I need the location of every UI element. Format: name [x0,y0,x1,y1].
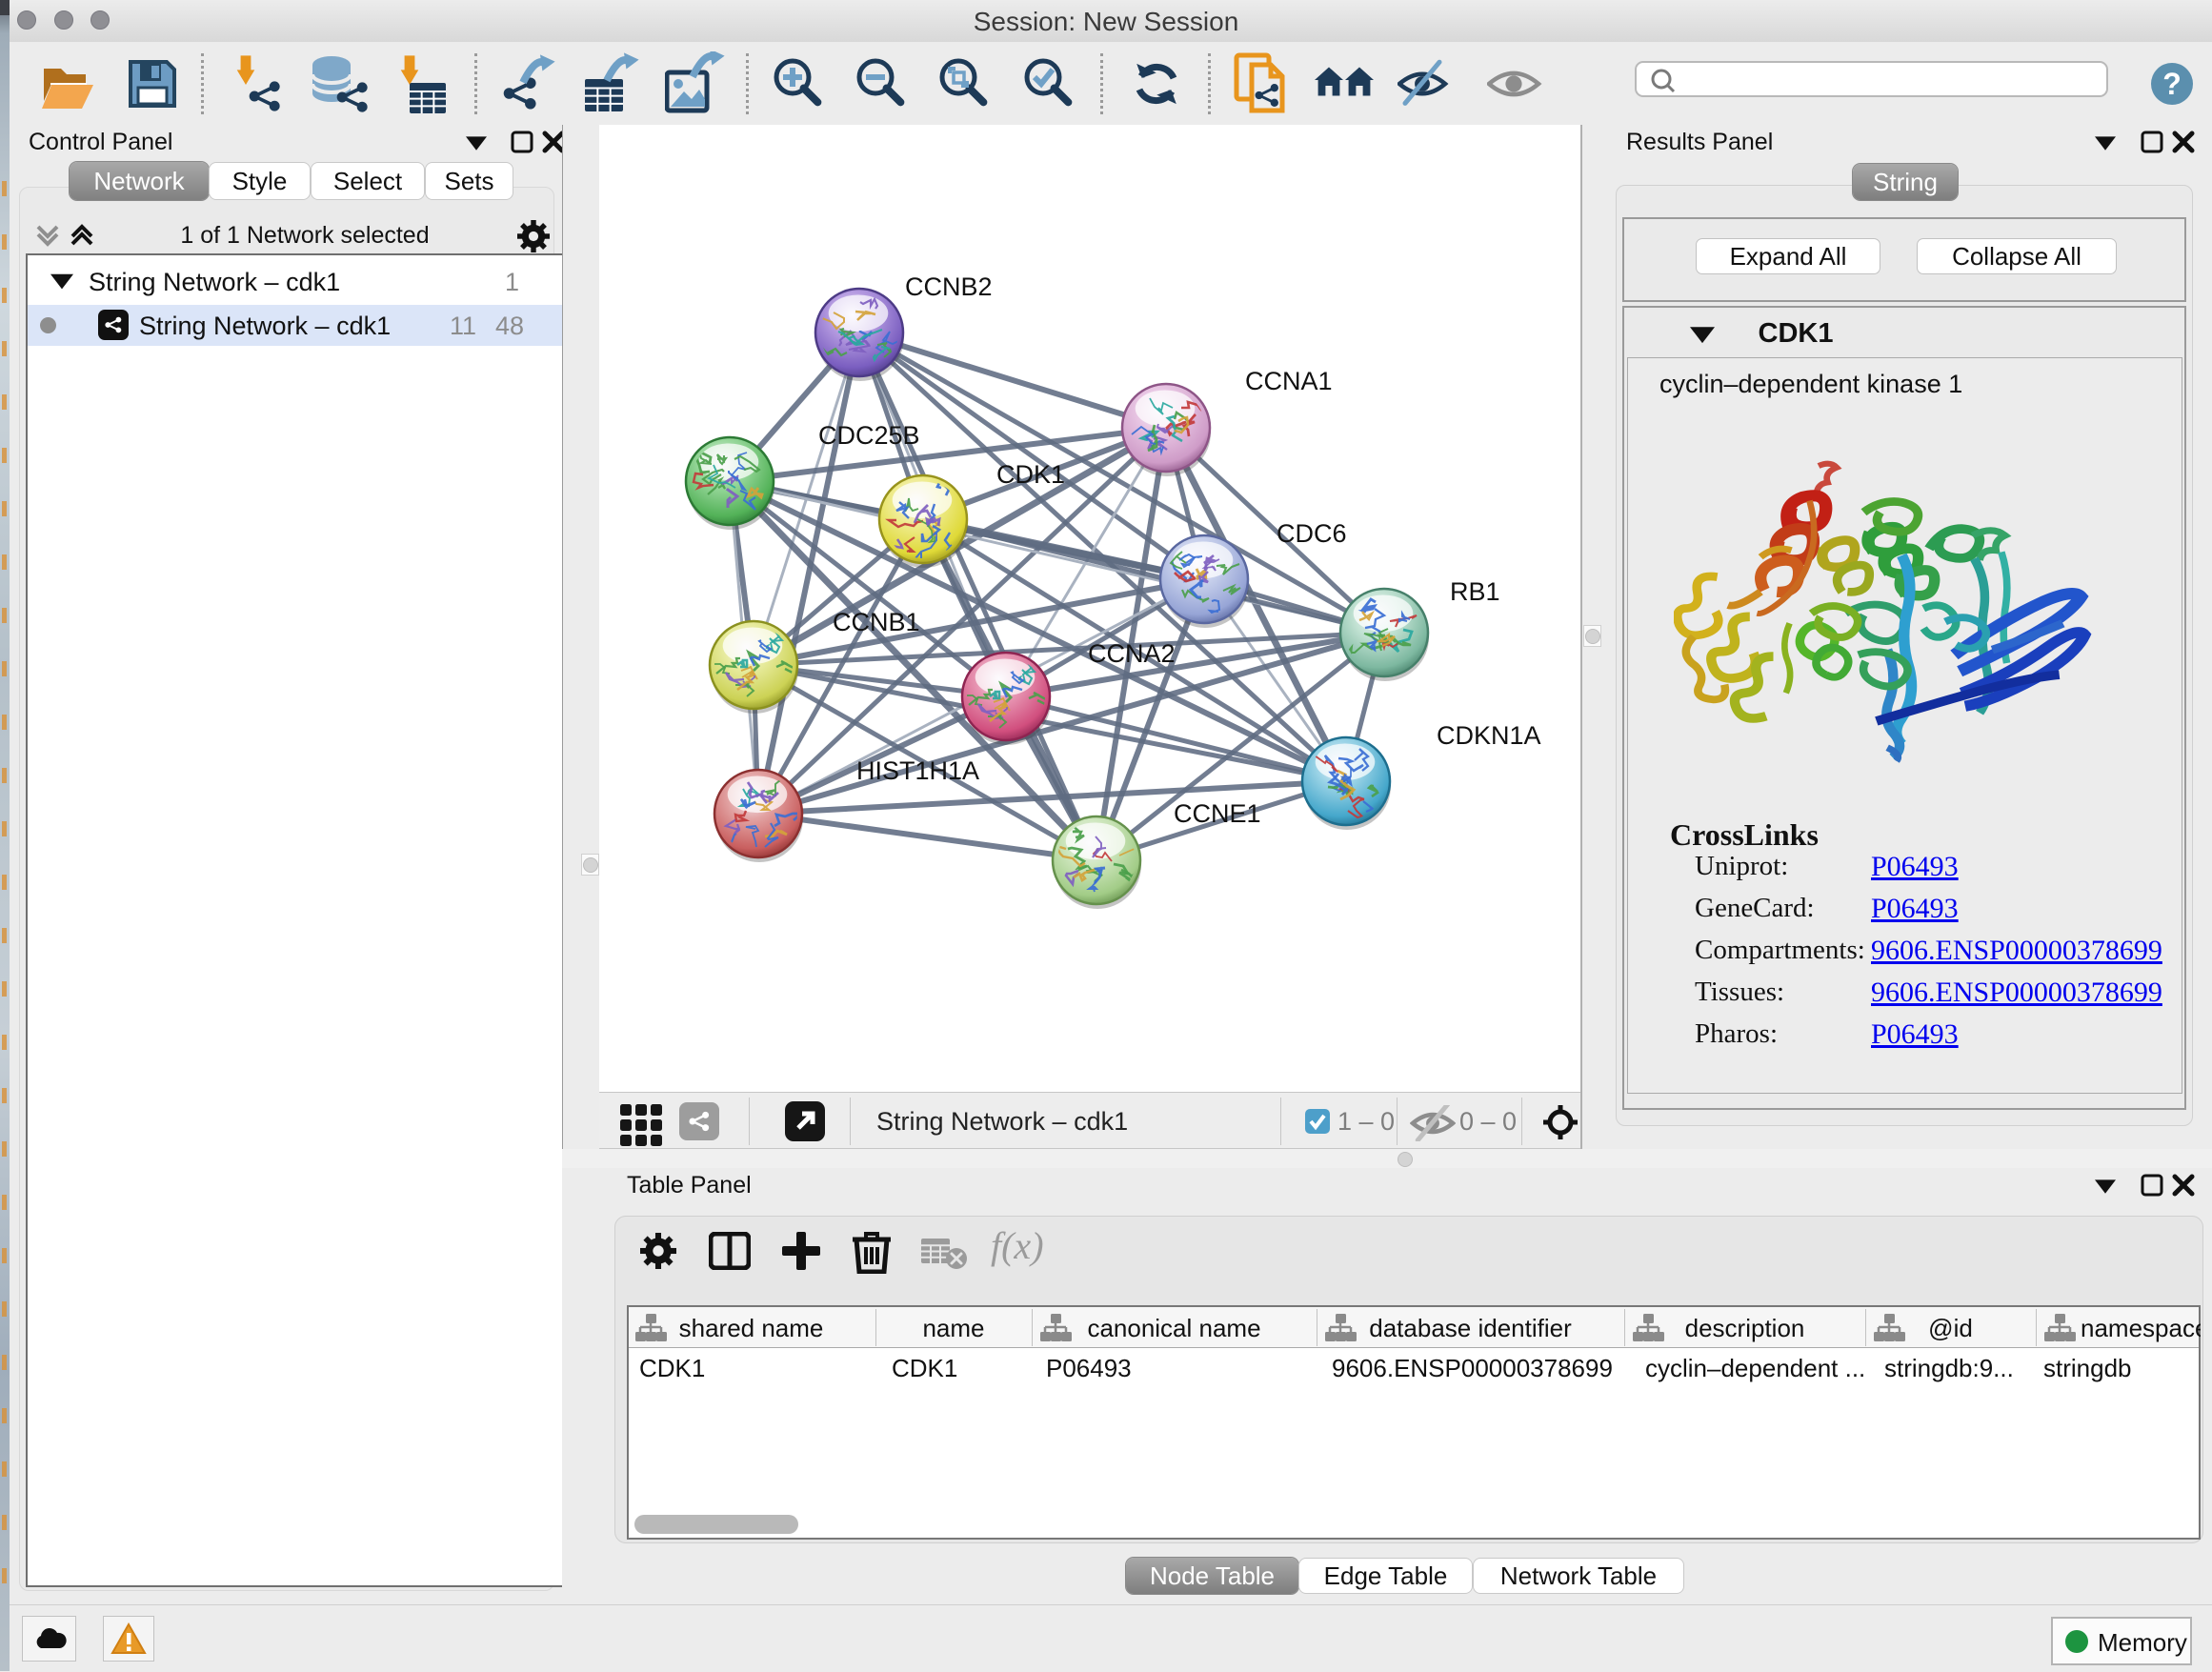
svg-text:HIST1H1A: HIST1H1A [856,756,979,785]
svg-text:CDKN1A: CDKN1A [1437,721,1541,750]
svg-text:CCNA2: CCNA2 [1088,639,1176,668]
svg-text:CCNA1: CCNA1 [1245,367,1333,395]
svg-text:CDC6: CDC6 [1277,519,1347,548]
svg-text:CCNB2: CCNB2 [905,272,993,301]
svg-text:CDC25B: CDC25B [818,421,920,450]
svg-text:CCNB1: CCNB1 [833,608,920,636]
svg-text:CDK1: CDK1 [996,460,1065,489]
svg-text:RB1: RB1 [1450,577,1500,606]
svg-text:CCNE1: CCNE1 [1174,799,1261,828]
